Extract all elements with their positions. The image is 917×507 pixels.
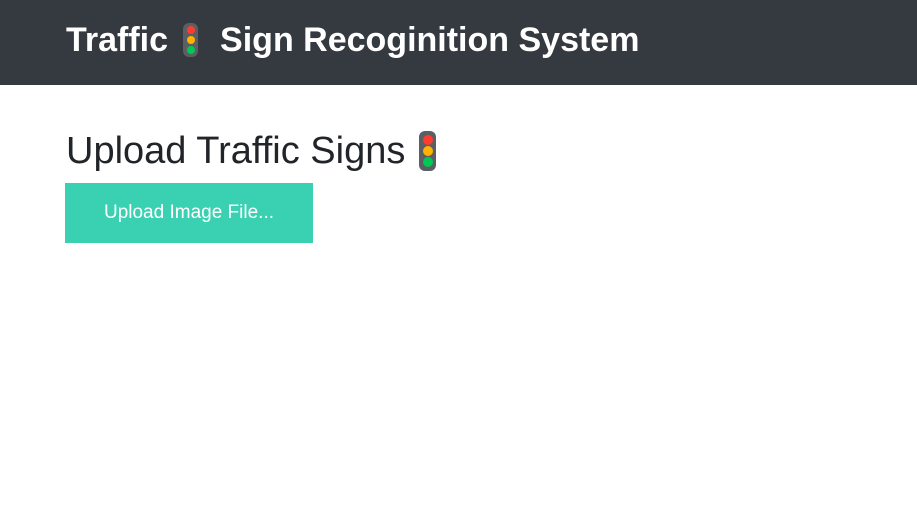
amber-light [186, 36, 195, 44]
amber-light [422, 146, 433, 156]
traffic-light-icon [419, 131, 437, 171]
brand-text-traffic: Traffic [66, 21, 169, 59]
page-title: Upload Traffic Signs [66, 128, 437, 174]
navbar-brand[interactable]: Traffic Sign Recoginition System [66, 18, 639, 62]
traffic-light-icon [183, 23, 199, 57]
page-title-text: Upload Traffic Signs [66, 129, 406, 172]
top-navbar: Traffic Sign Recoginition System [0, 0, 917, 85]
red-light [422, 135, 433, 145]
brand-text-system: Sign Recoginition System [220, 21, 640, 59]
green-light [422, 157, 433, 167]
red-light [186, 26, 195, 34]
green-light [186, 46, 195, 54]
upload-image-button[interactable]: Upload Image File... [65, 183, 313, 243]
